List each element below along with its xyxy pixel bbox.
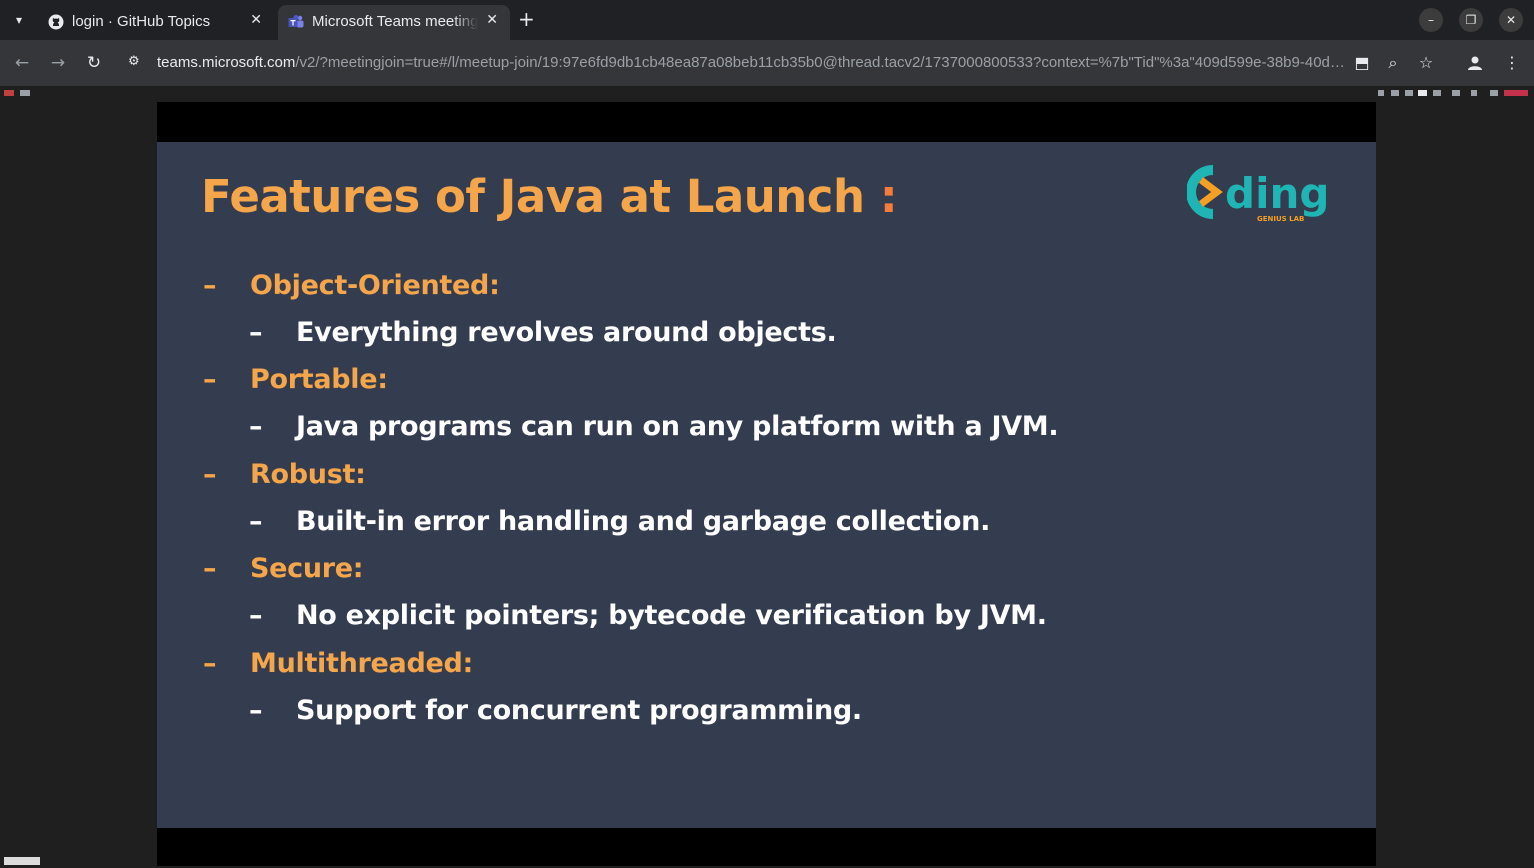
forward-arrow-icon[interactable]: →: [47, 52, 69, 74]
view-icon[interactable]: [1418, 90, 1427, 96]
new-tab-plus-icon[interactable]: +: [518, 8, 535, 30]
close-window-icon[interactable]: ✕: [1499, 8, 1523, 32]
url-text[interactable]: teams.microsoft.com/v2/?meetingjoin=true…: [157, 54, 1347, 71]
mic-icon[interactable]: [1471, 90, 1477, 96]
reload-icon[interactable]: ↻: [83, 52, 105, 74]
restore-icon[interactable]: ❐: [1459, 8, 1483, 32]
site-info-icon[interactable]: ⚙: [128, 54, 140, 69]
tab-github-topics[interactable]: login · GitHub Topics ✕: [38, 5, 274, 40]
people-icon[interactable]: [1391, 90, 1399, 96]
zoom-icon[interactable]: ⌕: [1382, 52, 1404, 74]
tab-search-chevron-icon[interactable]: ▾: [6, 7, 32, 33]
tab-title: Microsoft Teams meeting: [312, 13, 478, 30]
slide-title: Features of Java at Launch :: [201, 170, 898, 223]
browser-toolbar: ← → ↻ ⚙ teams.microsoft.com/v2/?meetingj…: [0, 40, 1534, 86]
back-arrow-icon[interactable]: ←: [11, 52, 33, 74]
close-tab-icon[interactable]: ✕: [486, 12, 498, 28]
leave-button[interactable]: [1504, 90, 1528, 96]
address-bar[interactable]: ⚙ teams.microsoft.com/v2/?meetingjoin=tr…: [118, 45, 1374, 81]
browser-menu-icon[interactable]: ⋮: [1501, 52, 1523, 74]
minimize-icon[interactable]: –: [1419, 8, 1443, 32]
teams-icon: [288, 15, 304, 28]
tab-title: login · GitHub Topics: [72, 13, 211, 30]
record-indicator-icon: [4, 90, 14, 96]
svg-text:ding: ding: [1225, 169, 1329, 218]
profile-avatar-icon[interactable]: [1464, 52, 1486, 74]
github-icon: [48, 14, 64, 30]
tab-teams-meeting[interactable]: Microsoft Teams meeting ✕: [278, 5, 510, 40]
share-icon[interactable]: [1490, 90, 1498, 96]
self-view-thumbnail[interactable]: [4, 857, 40, 865]
tab-strip: ▾ login · GitHub Topics ✕ Microsoft Team…: [0, 0, 1534, 40]
close-tab-icon[interactable]: ✕: [250, 12, 262, 28]
more-actions-icon[interactable]: [1433, 90, 1441, 96]
shared-slide: Features of Java at Launch : ding GENIUS…: [157, 142, 1376, 828]
meeting-timer: [20, 90, 30, 96]
svg-text:GENIUS LAB: GENIUS LAB: [1257, 215, 1304, 223]
install-app-icon[interactable]: ⬒: [1351, 52, 1373, 74]
coding-genius-lab-logo: ding GENIUS LAB: [1187, 165, 1329, 223]
bookmark-star-icon[interactable]: ☆: [1415, 52, 1437, 74]
chat-icon[interactable]: [1378, 90, 1384, 96]
raise-hand-icon[interactable]: [1405, 90, 1413, 96]
meeting-controls-strip: [0, 86, 1534, 102]
camera-icon[interactable]: [1452, 90, 1460, 96]
